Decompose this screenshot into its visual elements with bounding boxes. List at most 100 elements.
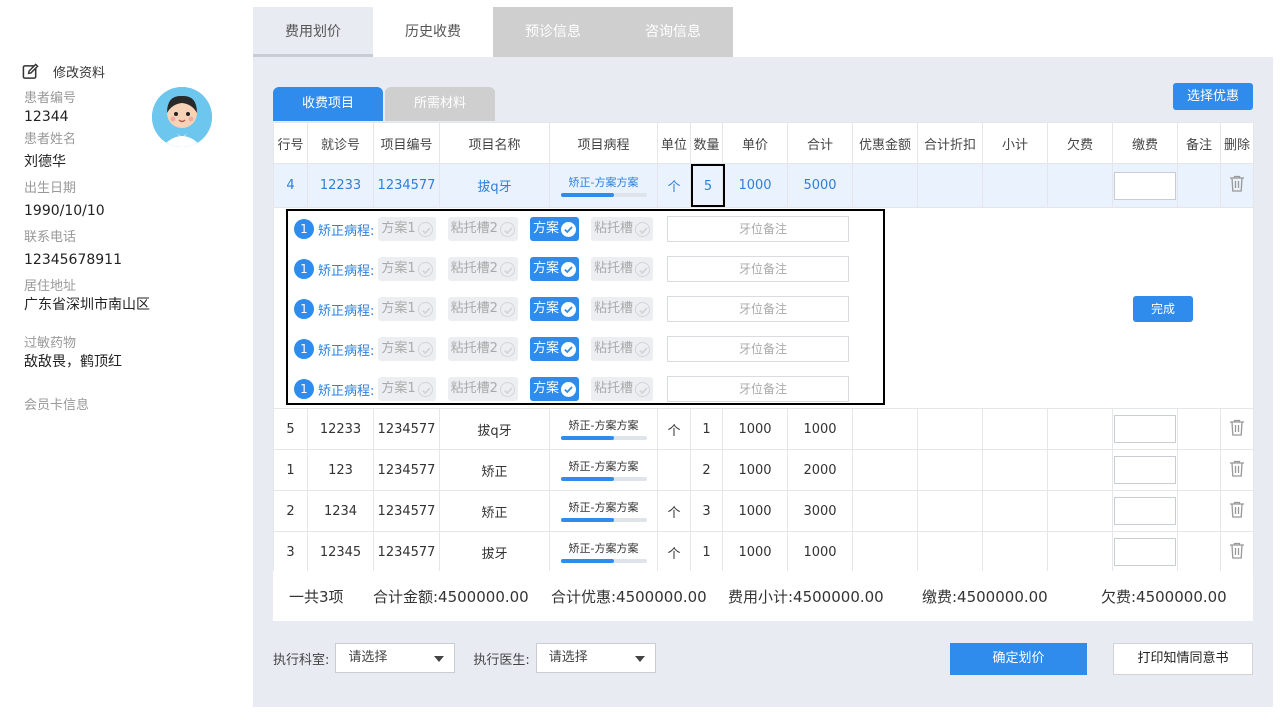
cell-pay [1112, 163, 1178, 208]
plan-option-chip[interactable]: 粘托槽 [590, 377, 653, 401]
plan-option-chip[interactable]: 粘托槽2 [447, 337, 518, 361]
chip-label: 粘托槽2 [450, 381, 498, 396]
plan-option-chip[interactable]: 粘托槽 [590, 297, 653, 321]
table-row[interactable]: 5 12233 1234577 拔q牙 矫正-方案方案个 1 1000 1000 [273, 408, 1254, 450]
print-consent-button[interactable]: 打印知情同意书 [1113, 643, 1253, 675]
cell-qty[interactable]: 1 [690, 408, 723, 450]
pay-input[interactable] [1114, 171, 1176, 200]
field-label: 患者编号 [24, 91, 77, 106]
plan-option-chip[interactable]: 方案1 [378, 217, 436, 241]
plan-option-chip[interactable]: 方案 [529, 377, 579, 401]
birth-date-field: 出生日期 1990/10/10 [24, 180, 105, 220]
cell-qty[interactable]: 3 [690, 490, 723, 532]
tab-consult[interactable]: 咨询信息 [613, 7, 733, 57]
qty-highlight[interactable]: 5 [691, 164, 725, 207]
table-row[interactable]: 2 1234 1234577 矫正 矫正-方案方案 个 3 1000 3000 [273, 490, 1254, 532]
dept-select[interactable]: 请选择 [335, 643, 456, 673]
plan-expand-row: 1 矫正病程: 方案1 粘托槽2 方案 粘托槽 牙位备注 1 矫正病程: 方案1 粘托槽2 方案 粘托槽… [273, 207, 1254, 409]
table-row[interactable]: 3 12345 1234577 拔牙 矫正-方案方案个 1 1000 1000 [273, 531, 1254, 573]
field-label: 患者姓名 [24, 132, 77, 147]
tooth-note-input[interactable]: 牙位备注 [666, 256, 849, 282]
plan-option-chip[interactable]: 方案1 [378, 337, 436, 361]
choose-discount-button[interactable]: 选择优惠 [1173, 83, 1253, 110]
trash-icon[interactable] [1229, 419, 1245, 436]
plan-option-chip[interactable]: 方案1 [378, 257, 436, 281]
done-button[interactable]: 完成 [1133, 296, 1193, 322]
pay-input[interactable] [1114, 538, 1176, 566]
chip-label: 粘托槽2 [450, 261, 498, 276]
trash-icon[interactable] [1229, 460, 1245, 477]
field-value: 广东省深圳市南山区 [24, 297, 150, 313]
cell-qty[interactable]: 2 [690, 449, 723, 491]
chip-label: 方案 [532, 381, 559, 396]
trash-icon[interactable] [1229, 501, 1245, 518]
cell-total: 2000 [787, 449, 853, 491]
plan-option-chip[interactable]: 方案1 [378, 297, 436, 321]
plan-option-chip[interactable]: 粘托槽2 [447, 257, 518, 281]
note-placeholder: 牙位备注 [738, 302, 787, 316]
executor-row: 执行科室: 请选择 执行医生: 请选择 [273, 643, 674, 673]
pay-input[interactable] [1114, 415, 1176, 443]
table-row[interactable]: 1 123 1234577 矫正 矫正-方案方案 2 1000 2000 [273, 449, 1254, 491]
progress-fill [560, 436, 614, 440]
trash-icon[interactable] [1229, 542, 1245, 559]
tab-fee-pricing[interactable]: 费用划价 [253, 7, 373, 57]
pay-input[interactable] [1114, 456, 1176, 484]
header-cell: 欠费 [1047, 122, 1113, 164]
cell-course: 矫正-方案方案 [549, 449, 658, 491]
header-cell: 小计 [982, 122, 1048, 164]
plan-option-chip[interactable]: 粘托槽2 [447, 217, 518, 241]
tooth-note-input[interactable]: 牙位备注 [666, 296, 849, 322]
field-value: 1990/10/10 [24, 203, 105, 219]
progress-fill [560, 559, 614, 563]
header-cell: 单价 [722, 122, 788, 164]
chip-label: 粘托槽 [593, 261, 633, 276]
cell-qty[interactable]: 5 [690, 163, 725, 208]
header-cell: 备注 [1177, 122, 1221, 164]
plan-option-chip[interactable]: 粘托槽 [590, 257, 653, 281]
plan-option-chip[interactable]: 方案 [529, 337, 579, 361]
total-count: 一共3项 [289, 587, 344, 606]
plan-option-chip[interactable]: 方案 [529, 217, 579, 241]
trash-icon[interactable] [1229, 175, 1245, 192]
total-owed: 欠费:4500000.00 [1101, 587, 1227, 606]
address-field: 居住地址 广东省深圳市南山区 [24, 278, 150, 314]
cell-rebate [917, 163, 983, 208]
table-row-selected[interactable]: 4 12233 1234577 拔q牙 矫正-方案方案 个 5 1000 500… [273, 163, 1254, 208]
plan-option-chip[interactable]: 粘托槽2 [447, 377, 518, 401]
plan-option-chip[interactable]: 方案 [529, 257, 579, 281]
cell-qty[interactable]: 1 [690, 531, 723, 573]
plan-option-chip[interactable]: 方案 [529, 297, 579, 321]
tab-fee-items[interactable]: 收费项目 [273, 87, 383, 121]
tooth-note-input[interactable]: 牙位备注 [666, 376, 849, 402]
cell-total: 1000 [787, 531, 853, 573]
edit-profile-link[interactable]: 修改资料 [22, 62, 105, 81]
plan-area: 1 矫正病程: 方案1 粘托槽2 方案 粘托槽 牙位备注 1 矫正病程: 方案1 粘托槽2 方案 粘托槽… [274, 208, 1253, 408]
progress-bar [560, 192, 647, 197]
cell-remark [1177, 408, 1221, 450]
plan-label: 矫正病程: [318, 383, 375, 399]
cell-no: 1 [273, 449, 308, 491]
plan-option-chip[interactable]: 方案1 [378, 377, 436, 401]
allergy-field: 过敏药物 敌敌畏，鹤顶红 [24, 335, 122, 371]
confirm-pricing-button[interactable]: 确定划价 [950, 643, 1087, 675]
tooth-note-input[interactable]: 牙位备注 [666, 336, 849, 362]
tab-materials[interactable]: 所需材料 [385, 87, 495, 121]
plan-option-chip[interactable]: 粘托槽 [590, 337, 653, 361]
field-label: 出生日期 [24, 181, 77, 196]
pay-input[interactable] [1114, 497, 1176, 525]
progress-fill [560, 518, 614, 522]
top-tabs: 费用划价 历史收费 预诊信息 咨询信息 [253, 7, 733, 57]
tab-prediagnosis[interactable]: 预诊信息 [493, 7, 613, 57]
doctor-select[interactable]: 请选择 [535, 643, 656, 673]
cell-rebate [917, 449, 983, 491]
header-cell: 就诊号 [307, 122, 374, 164]
plan-option-chip[interactable]: 粘托槽2 [447, 297, 518, 321]
header-cell: 数量 [690, 122, 723, 164]
header-cell: 合计 [787, 122, 853, 164]
plan-option-chip[interactable]: 粘托槽 [590, 217, 653, 241]
tooth-note-input[interactable]: 牙位备注 [666, 216, 849, 242]
course-label: 矫正-方案方案 [568, 501, 639, 514]
cell-unit: 个 [657, 163, 691, 208]
tab-history-fee[interactable]: 历史收费 [373, 7, 493, 57]
